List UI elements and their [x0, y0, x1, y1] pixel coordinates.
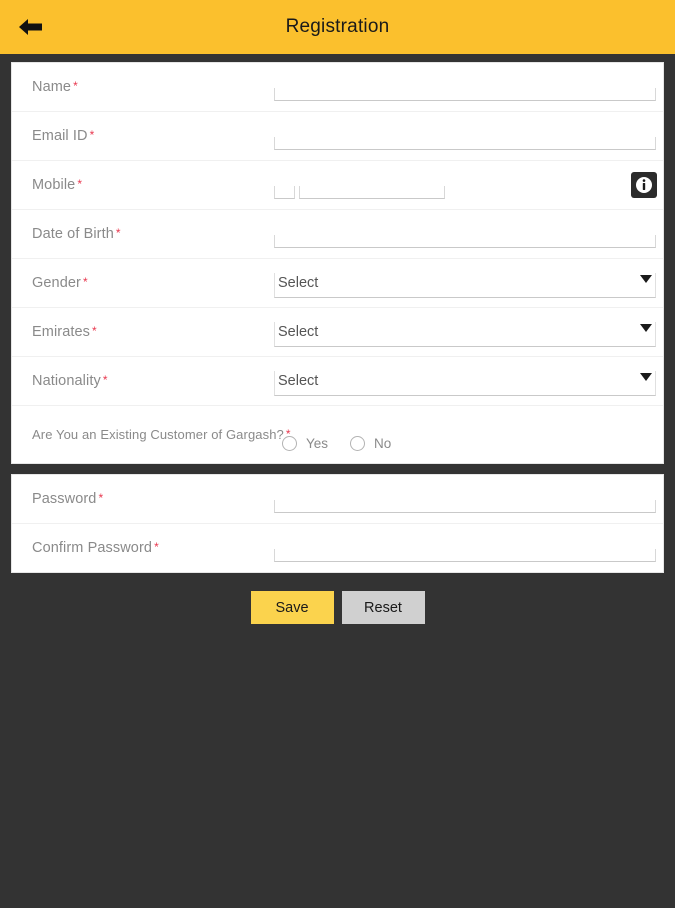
reset-button[interactable]: Reset [341, 591, 425, 624]
gender-select[interactable]: Select [274, 272, 656, 298]
confirm-password-input[interactable] [274, 549, 656, 562]
required-asterisk: * [77, 177, 83, 191]
name-input[interactable] [274, 88, 656, 101]
required-asterisk: * [98, 491, 104, 505]
label-mobile: Mobile * [32, 177, 83, 193]
radio-label-yes: Yes [306, 436, 329, 451]
field-zone-existing-customer: Yes No [282, 411, 663, 459]
form-row-password: Password * [12, 475, 663, 524]
form-row-emirates: Emirates * Select [12, 308, 663, 357]
password-input[interactable] [274, 500, 656, 513]
label-password: Password * [32, 491, 104, 507]
mobile-country-code-input[interactable] [274, 186, 295, 199]
field-zone-password [274, 475, 663, 523]
field-zone-nationality: Select [274, 357, 663, 405]
password-card: Password * Confirm Password * [11, 474, 664, 573]
required-asterisk: * [154, 540, 159, 554]
form-row-mobile: Mobile * [12, 161, 663, 210]
field-zone-name [274, 63, 663, 111]
form-row-nationality: Nationality * Select [12, 357, 663, 406]
radio-circle-icon[interactable] [282, 436, 297, 451]
label-email-id: Email ID * [32, 128, 95, 144]
form-row-date-of-birth: Date of Birth * [12, 210, 663, 259]
required-asterisk: * [102, 373, 108, 387]
info-icon[interactable] [631, 172, 657, 198]
back-arrow-icon[interactable] [17, 15, 45, 39]
field-zone-email [274, 112, 663, 160]
form-row-gender: Gender * Select [12, 259, 663, 308]
radio-circle-icon[interactable] [350, 436, 366, 451]
field-zone-confirm-password [274, 524, 663, 572]
required-asterisk: * [92, 324, 97, 338]
date-of-birth-input[interactable] [274, 235, 656, 248]
chevron-down-icon[interactable] [640, 324, 652, 332]
app-header: Registration [0, 0, 675, 54]
form-row-email: Email ID * [12, 112, 663, 161]
email-input[interactable] [274, 137, 656, 150]
page-title: Registration [285, 16, 390, 37]
chevron-down-icon[interactable] [640, 373, 652, 381]
emirates-select[interactable]: Select [274, 321, 656, 347]
radio-existing-customer-yes[interactable]: Yes [282, 436, 328, 451]
page-body: Name * Email ID * Mobile * Date of Birth… [0, 62, 675, 908]
label-existing-customer: Are You an Existing Customer of Gargash?… [32, 427, 291, 442]
radio-existing-customer-no[interactable]: No [350, 436, 391, 451]
field-zone-mobile [274, 161, 663, 209]
field-zone-date-of-birth [274, 210, 663, 258]
label-name: Name * [32, 79, 78, 95]
field-zone-emirates: Select [274, 308, 663, 356]
action-button-bar: Save Reset [0, 591, 675, 624]
nationality-select[interactable]: Select [274, 370, 656, 396]
label-confirm-password: Confirm Password * [32, 540, 159, 556]
form-row-name: Name * [12, 63, 663, 112]
required-asterisk: * [89, 128, 95, 142]
label-gender: Gender * [32, 275, 88, 291]
label-nationality: Nationality * [32, 373, 108, 389]
radio-label-no: No [374, 436, 392, 451]
form-row-confirm-password: Confirm Password * [12, 524, 663, 572]
field-zone-gender: Select [274, 259, 663, 307]
mobile-number-input[interactable] [299, 186, 445, 199]
required-asterisk: * [82, 275, 88, 289]
label-date-of-birth: Date of Birth * [32, 226, 121, 242]
chevron-down-icon[interactable] [640, 275, 652, 283]
save-button[interactable]: Save [250, 591, 334, 624]
form-row-existing-customer: Are You an Existing Customer of Gargash?… [12, 406, 663, 463]
required-asterisk: * [115, 226, 121, 240]
label-emirates: Emirates * [32, 324, 97, 340]
required-asterisk: * [73, 79, 78, 93]
registration-details-card: Name * Email ID * Mobile * Date of Birth… [11, 62, 664, 464]
